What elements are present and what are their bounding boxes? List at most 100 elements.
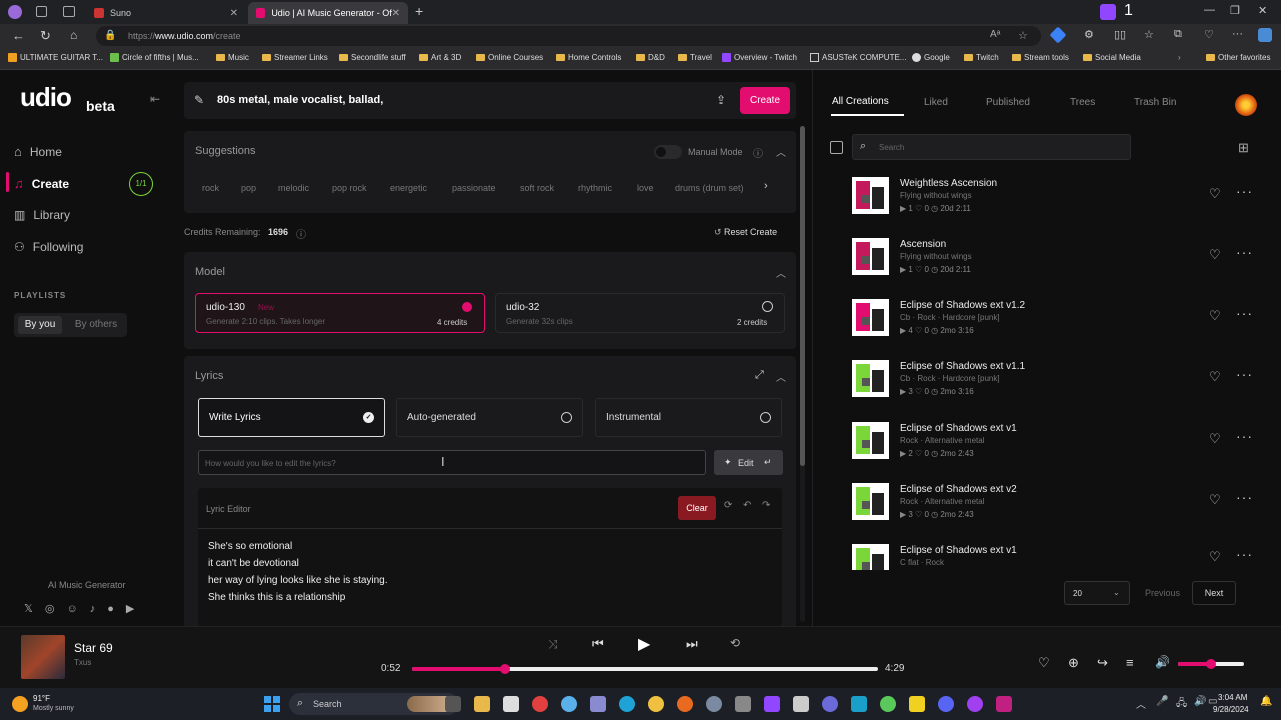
messenger-icon[interactable] (967, 696, 983, 712)
mic-icon[interactable]: 🎤 (1156, 696, 1168, 707)
bookmark-item[interactable]: Home Controls (556, 53, 621, 62)
more-options-icon[interactable]: ··· (1236, 183, 1253, 199)
more-options-icon[interactable]: ··· (1236, 489, 1253, 505)
model-option-udio-32[interactable]: udio-32 Generate 32s clips 2 credits (495, 293, 785, 333)
album-art[interactable] (21, 635, 65, 679)
bookmark-item[interactable]: Online Courses (476, 53, 543, 62)
previous-page-button[interactable]: Previous (1138, 581, 1187, 605)
song-artwork[interactable] (852, 360, 889, 397)
song-row[interactable]: Ascension Flying without wings ▶ 1 ♡ 0 ◷ 2… (852, 238, 1262, 278)
more-bookmarks-icon[interactable]: › (1178, 53, 1181, 62)
edit-lyrics-input[interactable]: How would you like to edit the lyrics? I (198, 450, 706, 475)
bookmark-item[interactable]: Other favorites (1206, 53, 1270, 62)
tab-liked[interactable]: Liked (924, 97, 948, 108)
page-size-select[interactable]: 20 ⌄ (1064, 581, 1130, 605)
expand-icon[interactable]: ⤢ (755, 369, 764, 382)
tray-chevron-icon[interactable]: ︿ (1136, 696, 1146, 711)
song-title[interactable]: Eclipse of Shadows ext v2 (900, 484, 1017, 495)
suggestion-chip[interactable]: energetic (390, 183, 427, 193)
write-lyrics-option[interactable]: Write Lyrics ✓ (198, 398, 385, 437)
suggestion-chip[interactable]: rock (202, 183, 219, 193)
suggestion-chip[interactable]: melodic (278, 183, 309, 193)
suggestion-chip[interactable]: soft rock (520, 183, 554, 193)
queue-icon[interactable]: ≡ (1126, 655, 1134, 670)
clock-date[interactable]: 9/28/2024 (1213, 705, 1249, 714)
app-icon[interactable] (880, 696, 896, 712)
tiktok-icon[interactable]: ♪ (90, 603, 96, 615)
main-scrollbar[interactable] (800, 126, 805, 622)
song-row[interactable]: Eclipse of Shadows ext v1.1 Cb · Rock · H… (852, 360, 1262, 400)
bookmark-item[interactable]: Google (912, 53, 950, 62)
tree-view-icon[interactable]: ⊞ (1238, 140, 1249, 156)
bookmark-item[interactable]: Art & 3D (419, 53, 461, 62)
sidebar-item-library[interactable]: ▥ Library (14, 208, 70, 222)
app-icon[interactable] (822, 696, 838, 712)
home-icon[interactable]: ⌂ (70, 28, 77, 42)
taskbar-search[interactable]: ⌕ Search (289, 693, 459, 715)
app-icon[interactable] (996, 696, 1012, 712)
scrollbar-thumb[interactable] (800, 126, 805, 466)
library-search-input[interactable]: ⌕ Search (852, 134, 1131, 160)
app-icon[interactable] (735, 696, 751, 712)
upload-icon[interactable]: ⇪ (716, 93, 726, 107)
twitch-app-icon[interactable] (764, 696, 780, 712)
prompt-input[interactable]: 80s metal, male vocalist, ballad, (217, 94, 383, 106)
menu-dots-icon[interactable]: ··· (1232, 28, 1243, 40)
bookmark-item[interactable]: Secondlife stuff (339, 53, 406, 62)
file-explorer-icon[interactable] (474, 696, 490, 712)
edge-icon[interactable] (619, 696, 635, 712)
sidebar-item-create[interactable]: ♫ Create (14, 176, 69, 191)
app-icon[interactable] (793, 696, 809, 712)
read-aloud-icon[interactable]: Aᵃ (990, 29, 1000, 40)
discord-app-icon[interactable] (938, 696, 954, 712)
regenerate-icon[interactable]: ⟳ (724, 500, 732, 511)
windows-start-icon[interactable] (264, 696, 280, 712)
like-heart-icon[interactable]: ♡ (1209, 308, 1221, 324)
like-heart-icon[interactable]: ♡ (1209, 186, 1221, 202)
bookmark-item[interactable]: Social Media (1083, 53, 1141, 62)
url-field[interactable]: 🔒 https://www.udio.com/create Aᵃ ☆ (96, 26, 1041, 46)
chevron-up-icon[interactable]: ︿ (776, 265, 786, 280)
close-window-icon[interactable]: ✕ (1258, 4, 1267, 17)
weather-sun-icon[interactable] (12, 696, 28, 712)
notepad-icon[interactable] (503, 696, 519, 712)
bookmark-item[interactable]: Twitch (964, 53, 999, 62)
bookmark-item[interactable]: ASUSTeK COMPUTE... (810, 53, 906, 62)
tab-suno[interactable]: Suno ✕ (86, 2, 246, 24)
bookmark-item[interactable]: Stream tools (1012, 53, 1069, 62)
browser-essentials-icon[interactable]: ♡ (1204, 28, 1214, 41)
song-title[interactable]: Weightless Ascension (900, 178, 997, 189)
info-icon[interactable]: ⓘ (753, 145, 763, 160)
discord-icon[interactable]: ☺ (66, 603, 77, 615)
bookmark-item[interactable]: Streamer Links (262, 53, 328, 62)
extension-icon[interactable] (1049, 26, 1067, 44)
close-tab-icon[interactable]: ✕ (230, 8, 238, 19)
bookmark-item[interactable]: ULTIMATE GUITAR T... (8, 53, 103, 62)
app-icon[interactable] (590, 696, 606, 712)
song-row[interactable]: Eclipse of Shadows ext v2 Rock · Alternat… (852, 483, 1262, 523)
song-row[interactable]: Eclipse of Shadows ext v1.2 Cb · Rock · H… (852, 299, 1262, 339)
copilot-icon[interactable] (1258, 28, 1272, 42)
back-icon[interactable]: ← (12, 28, 25, 43)
next-track-icon[interactable]: ⏭ (686, 636, 698, 652)
clock-time[interactable]: 3:04 AM (1218, 693, 1247, 702)
close-tab-icon[interactable]: ✕ (392, 8, 400, 19)
like-heart-icon[interactable]: ♡ (1209, 492, 1221, 508)
tab-trees[interactable]: Trees (1070, 97, 1095, 108)
bookmark-item[interactable]: Circle of fifths | Mus... (110, 53, 199, 62)
bookmark-item[interactable]: D&D (636, 53, 665, 62)
tab-trash-bin[interactable]: Trash Bin (1134, 97, 1176, 108)
suggestion-chip[interactable]: drums (drum set) (675, 183, 744, 193)
minimize-icon[interactable]: — (1204, 4, 1215, 16)
reddit-icon[interactable]: ● (107, 603, 114, 615)
more-options-icon[interactable]: ··· (1236, 244, 1253, 260)
collapse-sidebar-icon[interactable]: ⇤ (150, 92, 160, 106)
twitter-icon[interactable]: 𝕏 (24, 602, 33, 615)
app-icon[interactable] (561, 696, 577, 712)
like-heart-icon[interactable]: ♡ (1209, 549, 1221, 565)
by-you-tab[interactable]: By you (18, 316, 62, 334)
more-options-icon[interactable]: ··· (1236, 428, 1253, 444)
workspaces-icon[interactable] (36, 6, 47, 17)
tab-published[interactable]: Published (986, 97, 1030, 108)
settings-gear-icon[interactable] (706, 696, 722, 712)
